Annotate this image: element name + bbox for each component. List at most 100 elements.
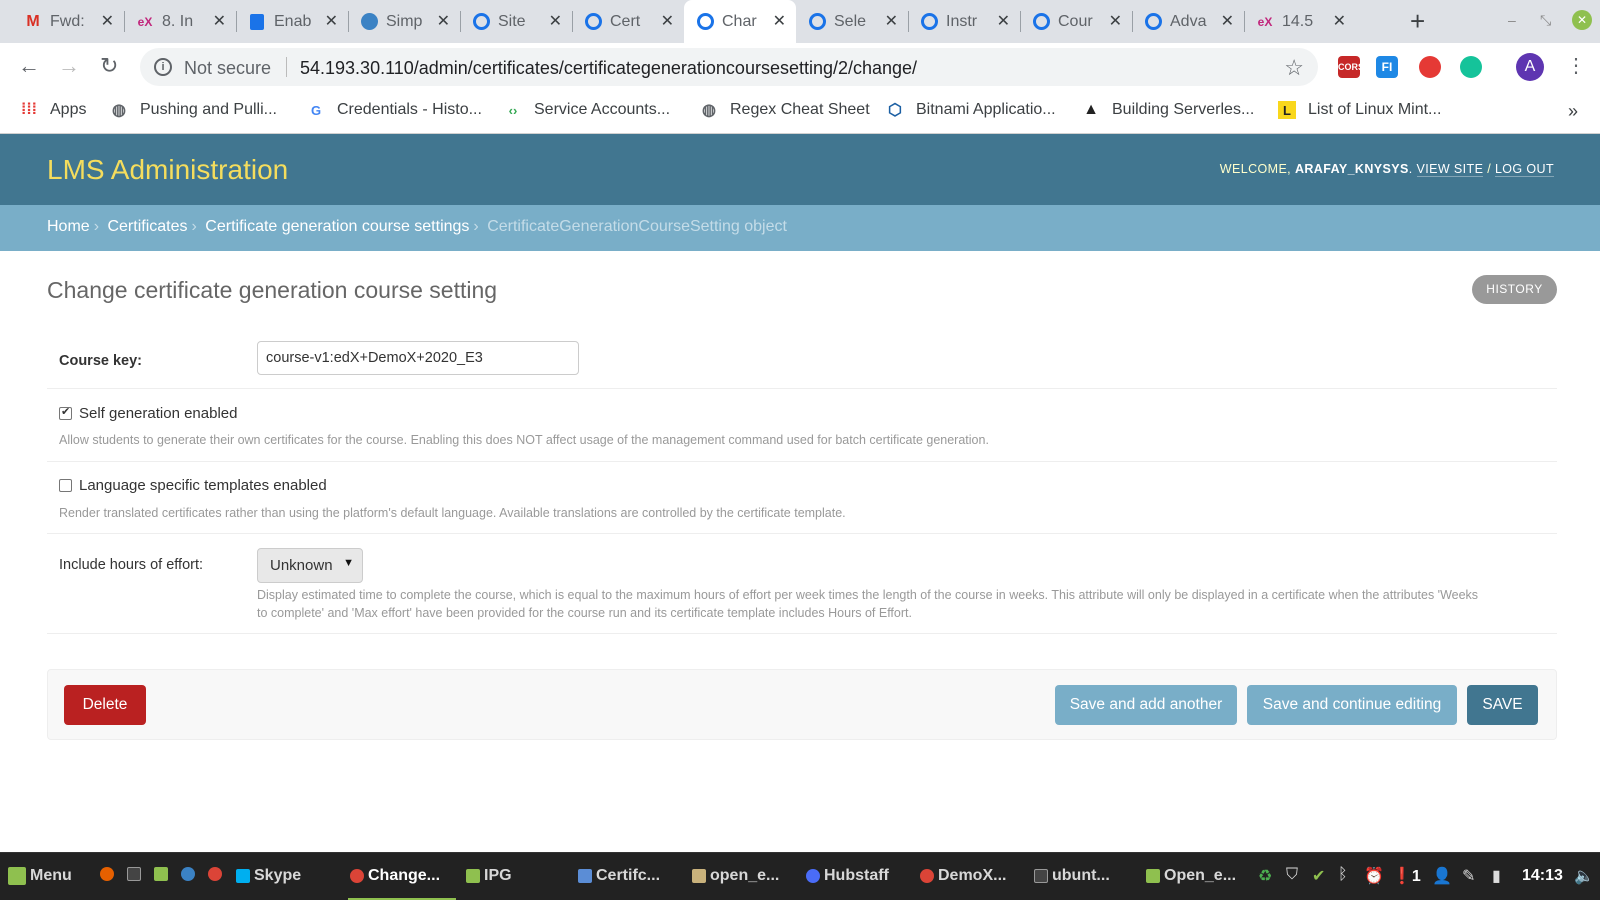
taskbar-item[interactable]: IPG — [466, 867, 512, 885]
browser-tab[interactable]: Site ✕ — [460, 0, 572, 43]
browser-tab[interactable]: Simp ✕ — [348, 0, 460, 43]
window-close-icon[interactable]: ✕ — [1572, 10, 1592, 30]
cors-extension-icon[interactable]: CORS — [1338, 56, 1364, 78]
bookmark-item[interactable]: ⬡ Bitnami Applicatio... — [886, 101, 1056, 119]
profile-avatar[interactable]: A — [1516, 53, 1544, 81]
close-icon[interactable]: ✕ — [661, 11, 674, 31]
notifications-icon[interactable]: ❗1 — [1392, 866, 1421, 886]
grammarly-extension-icon[interactable] — [1460, 56, 1482, 78]
save-add-another-button[interactable]: Save and add another — [1055, 685, 1237, 725]
browser-tab[interactable]: Cour ✕ — [1020, 0, 1132, 43]
close-icon[interactable]: ✕ — [549, 11, 562, 31]
browser-tab-active[interactable]: Char ✕ — [684, 0, 796, 43]
battery-icon[interactable]: ▮ — [1492, 866, 1501, 886]
alarm-icon[interactable]: ⏰ — [1364, 866, 1384, 886]
info-icon[interactable]: i — [154, 58, 172, 76]
browser-menu-icon[interactable]: ⋮ — [1566, 53, 1586, 78]
adblock-extension-icon[interactable] — [1419, 56, 1441, 78]
bookmark-item[interactable]: ◍ Pushing and Pulli... — [110, 101, 277, 119]
browser-tab[interactable]: Enab ✕ — [236, 0, 348, 43]
volume-icon[interactable]: 🔈 — [1574, 866, 1594, 886]
check-circle-icon[interactable]: ✔ — [1312, 866, 1325, 886]
breadcrumb-certificates[interactable]: Certificates — [107, 218, 187, 235]
bookmark-item[interactable]: ▲ Building Serverles... — [1082, 101, 1254, 119]
taskbar-item-active[interactable]: Change... — [350, 867, 440, 885]
language-templates-label[interactable]: Language specific templates enabled — [79, 477, 327, 494]
close-icon[interactable]: ✕ — [885, 11, 898, 31]
bluetooth-icon[interactable]: ᛒ — [1338, 866, 1348, 884]
close-icon[interactable]: ✕ — [773, 11, 786, 31]
bookmark-item[interactable]: ‹› Service Accounts... — [504, 101, 670, 119]
close-icon[interactable]: ✕ — [101, 11, 114, 31]
course-key-input[interactable] — [257, 341, 579, 375]
close-icon[interactable]: ✕ — [437, 11, 450, 31]
bookmark-item[interactable]: L List of Linux Mint... — [1278, 101, 1441, 119]
close-icon[interactable]: ✕ — [1333, 11, 1346, 31]
address-bar[interactable]: i Not secure 54.193.30.110/admin/certifi… — [140, 48, 1318, 86]
launcher-firefox[interactable] — [100, 867, 118, 881]
launcher-files[interactable] — [154, 867, 172, 881]
clock[interactable]: 14:13 — [1522, 867, 1563, 885]
document-icon — [578, 869, 592, 883]
user-icon[interactable]: 👤 — [1432, 866, 1452, 886]
bookmark-star-icon[interactable]: ☆ — [1284, 55, 1304, 81]
welcome-text: WELCOME, — [1219, 162, 1292, 176]
close-icon[interactable]: ✕ — [997, 11, 1010, 31]
self-generation-label[interactable]: Self generation enabled — [79, 405, 237, 422]
browser-tab[interactable]: Cert ✕ — [572, 0, 684, 43]
tab-title: Cour — [1058, 12, 1093, 30]
browser-tab[interactable]: M Fwd: ✕ — [12, 0, 124, 43]
taskbar-item[interactable]: Hubstaff — [806, 867, 889, 885]
fi-extension-icon[interactable]: FI — [1376, 56, 1398, 78]
hours-of-effort-select[interactable]: Unknown ▼ — [257, 548, 363, 583]
back-arrow-icon[interactable]: ← — [18, 53, 40, 79]
hours-of-effort-help: Display estimated time to complete the c… — [257, 586, 1537, 622]
view-site-link[interactable]: VIEW SITE — [1416, 162, 1484, 177]
minimize-icon[interactable]: – — [1508, 12, 1516, 28]
close-icon[interactable]: ✕ — [1109, 11, 1122, 31]
browser-tab[interactable]: eX 14.5 ✕ — [1244, 0, 1356, 43]
recycle-icon[interactable]: ♻ — [1258, 866, 1272, 886]
close-icon[interactable]: ✕ — [1221, 11, 1234, 31]
launcher-terminal[interactable] — [127, 867, 145, 881]
new-tab-button[interactable]: + — [1410, 6, 1425, 37]
forward-arrow-icon[interactable]: → — [58, 53, 80, 79]
browser-tab[interactable]: eX 8. In ✕ — [124, 0, 236, 43]
shield-icon[interactable]: ⛉ — [1286, 866, 1298, 884]
bitnami-icon: ⬡ — [888, 102, 902, 119]
bookmark-item[interactable]: G Credentials - Histo... — [307, 101, 482, 119]
taskbar-item[interactable]: Open_e... — [1146, 867, 1236, 885]
maximize-icon[interactable]: ⤡ — [1540, 12, 1551, 29]
taskbar-item[interactable]: open_e... — [692, 867, 779, 885]
launcher-chrome[interactable] — [208, 867, 226, 881]
browser-tab[interactable]: Instr ✕ — [908, 0, 1020, 43]
reload-icon[interactable]: ↻ — [100, 53, 118, 79]
ring-icon — [584, 13, 602, 31]
url-text[interactable]: 54.193.30.110/admin/certificates/certifi… — [300, 58, 917, 79]
start-menu-button[interactable]: Menu — [8, 867, 72, 885]
bookmark-item[interactable]: ◍ Regex Cheat Sheet — [700, 101, 870, 119]
pen-icon[interactable]: ✎ — [1462, 866, 1475, 886]
browser-tab[interactable]: Adva ✕ — [1132, 0, 1244, 43]
log-out-link[interactable]: LOG OUT — [1494, 162, 1554, 177]
taskbar-item[interactable]: Skype — [236, 867, 301, 885]
hat-icon: ▲ — [1083, 101, 1099, 118]
breadcrumb-settings-list[interactable]: Certificate generation course settings — [205, 218, 469, 235]
taskbar-item[interactable]: DemoX... — [920, 867, 1006, 885]
language-templates-checkbox[interactable] — [59, 479, 72, 492]
bookmark-apps[interactable]: ⁞⁞⁞ Apps — [20, 101, 86, 119]
browser-tab[interactable]: Sele ✕ — [796, 0, 908, 43]
save-continue-button[interactable]: Save and continue editing — [1247, 685, 1457, 725]
launcher-simplenote[interactable] — [181, 867, 199, 881]
delete-button[interactable]: Delete — [64, 685, 146, 725]
site-title[interactable]: LMS Administration — [47, 154, 288, 186]
taskbar-item[interactable]: ubunt... — [1034, 867, 1110, 885]
close-icon[interactable]: ✕ — [325, 11, 338, 31]
breadcrumb-home[interactable]: Home — [47, 218, 90, 235]
save-button[interactable]: SAVE — [1467, 685, 1538, 725]
taskbar-item[interactable]: Certifc... — [578, 867, 660, 885]
bookmarks-overflow-icon[interactable]: » — [1568, 101, 1578, 122]
self-generation-checkbox[interactable] — [59, 405, 72, 420]
history-button[interactable]: HISTORY — [1472, 275, 1557, 304]
close-icon[interactable]: ✕ — [213, 11, 226, 31]
